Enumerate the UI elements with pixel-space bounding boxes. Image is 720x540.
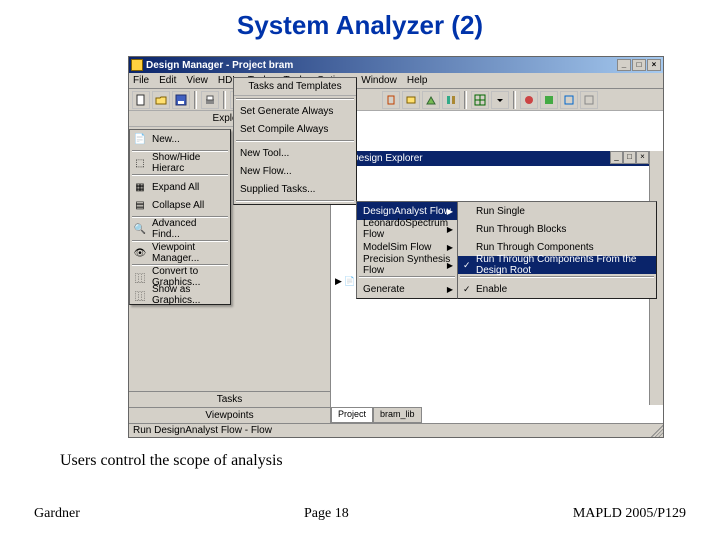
menu-item-new[interactable]: 📄New... <box>130 130 230 148</box>
search-icon: 🔍 <box>132 221 148 237</box>
left-panel: Explore 📄New... ⬚Show/Hide Hierarc ▦Expa… <box>129 111 331 423</box>
statusbar: Run DesignAnalyst Flow - Flow <box>129 423 663 437</box>
new-icon: 📄 <box>132 131 148 147</box>
chevron-right-icon: ▶ <box>447 225 453 234</box>
chevron-right-icon: ▶ <box>447 207 453 216</box>
convert-icon: ⿲ <box>132 269 148 285</box>
menu-item-setcompile[interactable]: Set Compile Always <box>234 120 356 138</box>
toolbar-separator <box>223 91 226 109</box>
hierarchy-icon: ⬚ <box>132 155 148 171</box>
tool-icon[interactable] <box>422 91 440 109</box>
maximize-button[interactable]: □ <box>623 151 636 164</box>
slide-caption: Users control the scope of analysis <box>60 452 283 470</box>
new-icon[interactable] <box>132 91 150 109</box>
minimize-button[interactable]: _ <box>610 151 623 164</box>
menu-window[interactable]: Window <box>361 75 397 86</box>
dropdown-icon[interactable] <box>491 91 509 109</box>
menu-help[interactable]: Help <box>407 75 428 86</box>
menu-item-expand[interactable]: ▦Expand All <box>130 178 230 196</box>
menubar: File Edit View HDL Tasks Tools Options W… <box>129 73 663 89</box>
tool-icon[interactable] <box>540 91 558 109</box>
collapse-icon: ▤ <box>132 197 148 213</box>
menu-item-enable[interactable]: Enable <box>458 280 656 298</box>
menu-item-showgraphics[interactable]: ⿲Show as Graphics... <box>130 286 230 304</box>
print-icon[interactable] <box>201 91 219 109</box>
titlebar[interactable]: Design Manager - Project bram _ □ × <box>129 57 663 73</box>
menu-item-newflow[interactable]: New Flow... <box>234 162 356 180</box>
tool-icon[interactable] <box>560 91 578 109</box>
menu-item-viewpoint[interactable]: 👁Viewpoint Manager... <box>130 244 230 262</box>
explorer-tabs: Project bram_lib <box>331 407 422 423</box>
tab-project[interactable]: Project <box>331 407 373 423</box>
footer-page: Page 18 <box>304 506 349 522</box>
menu-separator <box>236 140 354 142</box>
flow-submenu: DesignAnalyst Flow▶ LeonardoSpectrum Flo… <box>356 201 458 299</box>
footer-author: Gardner <box>34 506 80 522</box>
menu-item-setgen[interactable]: Set Generate Always <box>234 102 356 120</box>
tool-icon[interactable] <box>382 91 400 109</box>
app-window: Design Manager - Project bram _ □ × File… <box>128 56 664 438</box>
expand-icon: ▦ <box>132 179 148 195</box>
menu-separator <box>359 276 455 278</box>
design-explorer-title[interactable]: 📘 Design Explorer <box>331 151 649 166</box>
menu-edit[interactable]: Edit <box>159 75 176 86</box>
context-menu: 📄New... ⬚Show/Hide Hierarc ▦Expand All ▤… <box>129 129 231 305</box>
toolbar-separator <box>464 91 467 109</box>
app-icon <box>131 59 143 71</box>
viewpoint-icon: 👁 <box>132 245 148 261</box>
menu-item-generate[interactable]: Generate▶ <box>357 280 457 298</box>
toolbar <box>129 89 663 111</box>
toolbar-separator <box>513 91 516 109</box>
menu-separator <box>236 98 354 100</box>
footer-conference: MAPLD 2005/P129 <box>573 506 686 522</box>
explorer-window-buttons: _ □ × <box>610 151 649 164</box>
menu-separator <box>132 174 228 176</box>
chevron-right-icon: ▶ <box>447 285 453 294</box>
close-button[interactable]: × <box>647 59 661 71</box>
menu-item-newtool[interactable]: New Tool... <box>234 144 356 162</box>
chevron-right-icon: ▶ <box>447 243 453 252</box>
menu-item-runblocks[interactable]: Run Through Blocks <box>458 220 656 238</box>
graphics-icon: ⿲ <box>132 287 148 303</box>
tab-bramlib[interactable]: bram_lib <box>373 407 422 423</box>
tool-icon[interactable] <box>402 91 420 109</box>
menu-item-find[interactable]: 🔍Advanced Find... <box>130 220 230 238</box>
save-icon[interactable] <box>172 91 190 109</box>
slide-footer: Gardner Page 18 MAPLD 2005/P129 <box>0 506 720 522</box>
menu-item-leonardo[interactable]: LeonardoSpectrum Flow▶ <box>357 220 457 238</box>
tool-icon[interactable] <box>580 91 598 109</box>
window-title: Design Manager - Project bram <box>146 60 617 71</box>
menu-file[interactable]: File <box>133 75 149 86</box>
tool-icon[interactable] <box>442 91 460 109</box>
menu-separator <box>236 200 354 202</box>
close-button[interactable]: × <box>636 151 649 164</box>
chevron-right-icon: ▶ <box>447 261 453 270</box>
tab-tasks[interactable]: Tasks <box>129 391 330 407</box>
menu-item-collapse[interactable]: ▤Collapse All <box>130 196 230 214</box>
menu-item-showhide[interactable]: ⬚Show/Hide Hierarc <box>130 154 230 172</box>
status-text: Run DesignAnalyst Flow - Flow <box>133 425 272 436</box>
toolbar-separator <box>194 91 197 109</box>
resize-grip-icon[interactable] <box>651 425 663 437</box>
tasks-templates-menu: Tasks and Templates Set Generate Always … <box>233 77 357 205</box>
menu-separator <box>460 276 654 278</box>
left-bottom-tabs: Tasks Viewpoints <box>129 391 330 423</box>
menu-item-precision[interactable]: Precision Synthesis Flow▶ <box>357 256 457 274</box>
menu-item-supplied[interactable]: Supplied Tasks... <box>234 180 356 198</box>
menu-view[interactable]: View <box>186 75 208 86</box>
workarea: Explore 📄New... ⬚Show/Hide Hierarc ▦Expa… <box>129 111 663 423</box>
open-icon[interactable] <box>152 91 170 109</box>
run-submenu: Run Single Run Through Blocks Run Throug… <box>457 201 657 299</box>
menu-item-runsingle[interactable]: Run Single <box>458 202 656 220</box>
tool-icon[interactable] <box>520 91 538 109</box>
minimize-button[interactable]: _ <box>617 59 631 71</box>
menu-item-runfromroot[interactable]: Run Through Components From the Design R… <box>458 256 656 274</box>
tasks-menu-title: Tasks and Templates <box>234 78 356 96</box>
maximize-button[interactable]: □ <box>632 59 646 71</box>
slide-title: System Analyzer (2) <box>0 0 720 45</box>
tab-viewpoints[interactable]: Viewpoints <box>129 407 330 423</box>
tool-icon[interactable] <box>471 91 489 109</box>
